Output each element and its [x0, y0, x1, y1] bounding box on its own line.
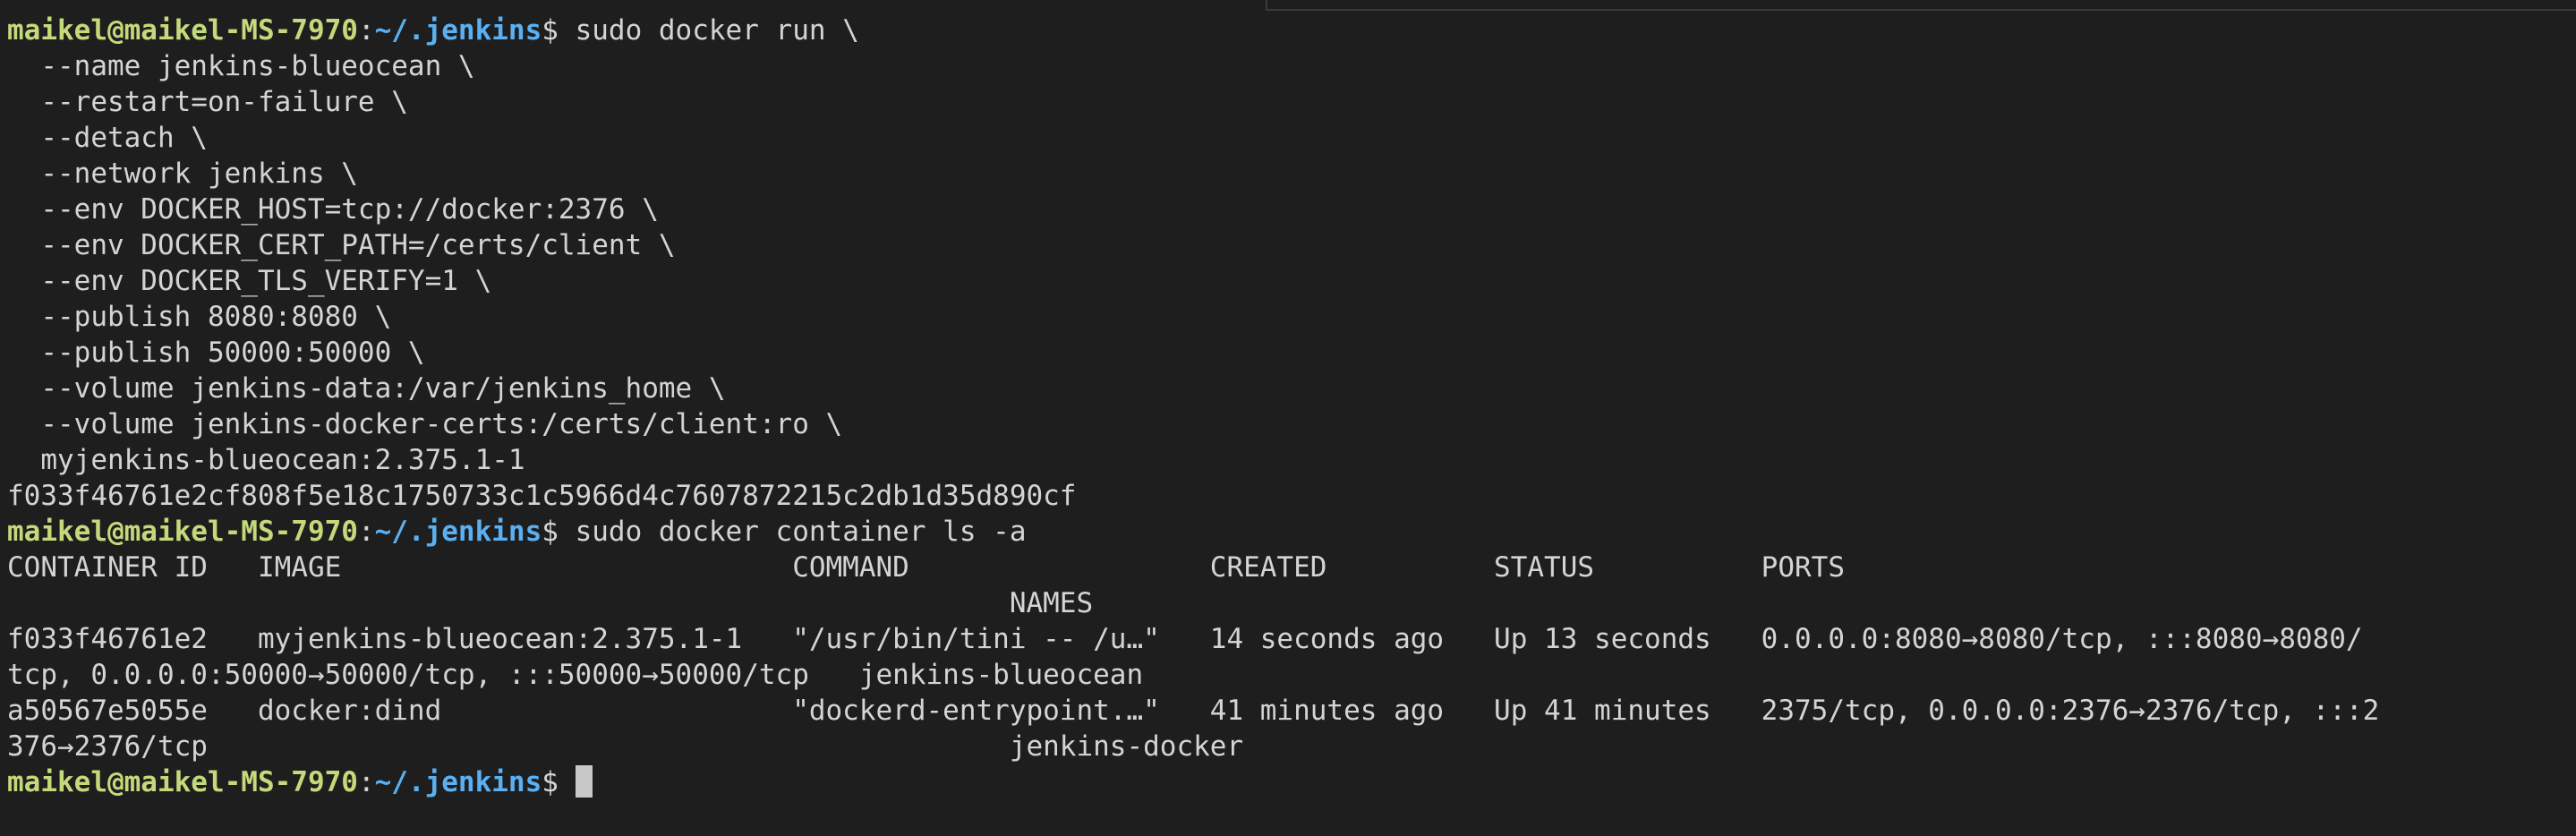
- command-arg-line: --volume jenkins-docker-certs:/certs/cli…: [7, 408, 843, 440]
- container-hash-output: f033f46761e2cf808f5e18c1750733c1c5966d4c…: [7, 480, 1077, 512]
- prompt-colon: :: [357, 516, 375, 548]
- container-list-header-wrap: NAMES: [7, 587, 1094, 619]
- prompt-colon: :: [357, 766, 375, 798]
- command-arg-line: --env DOCKER_TLS_VERIFY=1 \: [7, 265, 492, 297]
- terminal-window[interactable]: maikel@maikel-MS-7970:~/.jenkins$ sudo d…: [0, 0, 2576, 836]
- prompt-user: maikel@maikel-MS-7970: [7, 516, 358, 548]
- command-arg-line: --detach \: [7, 122, 208, 154]
- prompt-line-1: maikel@maikel-MS-7970:~/.jenkins$ sudo d…: [7, 13, 2576, 48]
- container-list-row-wrap: 376→2376/tcp jenkins-docker: [7, 730, 1244, 763]
- command-arg-line: --restart=on-failure \: [7, 86, 408, 118]
- prompt-colon: :: [357, 14, 375, 47]
- container-list-row: a50567e5055e docker:dind "dockerd-entryp…: [7, 695, 2380, 727]
- command-docker-run: sudo docker run \: [575, 14, 859, 47]
- prompt-line-3[interactable]: maikel@maikel-MS-7970:~/.jenkins$: [7, 764, 2576, 800]
- prompt-path: ~/.jenkins: [374, 766, 542, 798]
- prompt-user: maikel@maikel-MS-7970: [7, 14, 358, 47]
- overlay-panel-edge: [1266, 0, 2576, 11]
- container-list-row-wrap: tcp, 0.0.0.0:50000→50000/tcp, :::50000→5…: [7, 659, 1144, 691]
- command-arg-line: --volume jenkins-data:/var/jenkins_home …: [7, 372, 726, 405]
- command-arg-line: --publish 8080:8080 \: [7, 301, 392, 333]
- prompt-user: maikel@maikel-MS-7970: [7, 766, 358, 798]
- command-arg-line: --env DOCKER_CERT_PATH=/certs/client \: [7, 229, 676, 261]
- command-arg-line: --env DOCKER_HOST=tcp://docker:2376 \: [7, 193, 659, 226]
- command-arg-line: myjenkins-blueocean:2.375.1-1: [7, 444, 525, 476]
- container-list-row: f033f46761e2 myjenkins-blueocean:2.375.1…: [7, 623, 2363, 655]
- prompt-dollar: $: [542, 516, 576, 548]
- prompt-line-2: maikel@maikel-MS-7970:~/.jenkins$ sudo d…: [7, 514, 2576, 550]
- text-cursor[interactable]: [575, 765, 593, 798]
- prompt-path: ~/.jenkins: [374, 14, 542, 47]
- command-arg-line: --network jenkins \: [7, 158, 358, 190]
- prompt-dollar: $: [542, 14, 576, 47]
- command-container-ls: sudo docker container ls -a: [575, 516, 1027, 548]
- container-list-header: CONTAINER ID IMAGE COMMAND CREATED STATU…: [7, 551, 1845, 584]
- command-arg-line: --publish 50000:50000 \: [7, 337, 425, 369]
- prompt-path: ~/.jenkins: [374, 516, 542, 548]
- command-arg-line: --name jenkins-blueocean \: [7, 50, 475, 82]
- prompt-dollar: $: [542, 766, 576, 798]
